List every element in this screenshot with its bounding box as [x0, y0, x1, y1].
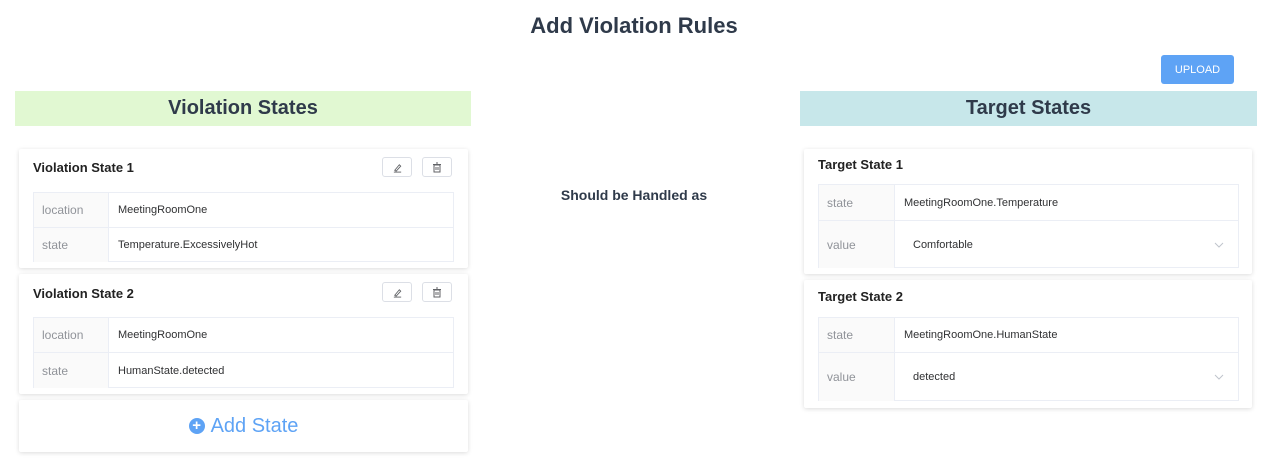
row-key: state — [819, 185, 895, 220]
row-value: MeetingRoomOne — [118, 329, 208, 341]
target-state-title: Target State 2 — [818, 289, 904, 304]
target-state-title: Target State 1 — [818, 157, 904, 172]
target-state-card-1: Target State 1 state MeetingRoomOne.Temp… — [804, 149, 1252, 274]
select-value: detected — [913, 371, 956, 383]
violation-state-card-2: Violation State 2 location MeetingRoomOn… — [19, 274, 468, 394]
target-details-table: state MeetingRoomOne.Temperature value C… — [818, 184, 1239, 268]
delete-button[interactable] — [422, 282, 452, 302]
chevron-down-icon — [1214, 242, 1224, 248]
plus-circle-icon: + — [188, 418, 205, 434]
row-key: state — [819, 318, 895, 352]
chevron-down-icon — [1214, 374, 1224, 380]
row-key: state — [34, 353, 109, 388]
table-row: location MeetingRoomOne — [34, 318, 453, 353]
edit-button[interactable] — [382, 157, 412, 177]
violation-states-header: Violation States — [15, 91, 471, 126]
value-select[interactable]: Comfortable — [895, 221, 1238, 268]
edit-icon — [393, 163, 401, 173]
table-row: state MeetingRoomOne.HumanState — [819, 318, 1238, 353]
edit-icon — [393, 288, 401, 298]
table-row: state Temperature.ExcessivelyHot — [34, 228, 453, 262]
add-state-card[interactable]: + Add State — [19, 400, 468, 452]
row-key: value — [819, 353, 895, 401]
row-value: Temperature.ExcessivelyHot — [118, 239, 258, 251]
upload-button[interactable]: UPLOAD — [1161, 55, 1234, 84]
violation-state-title: Violation State 2 — [33, 286, 134, 301]
table-row: state MeetingRoomOne.Temperature — [819, 185, 1238, 221]
page-title: Add Violation Rules — [530, 13, 738, 38]
add-state-label: Add State — [210, 414, 299, 437]
table-row: value detected — [819, 353, 1238, 401]
state-details-table: location MeetingRoomOne state HumanState… — [33, 317, 454, 388]
violation-state-title: Violation State 1 — [33, 160, 134, 175]
table-row: value Comfortable — [819, 221, 1238, 268]
target-details-table: state MeetingRoomOne.HumanState value de… — [818, 317, 1239, 401]
row-value: HumanState.detected — [118, 364, 225, 377]
select-value: Comfortable — [913, 238, 973, 251]
row-key: value — [819, 221, 895, 268]
row-key: state — [34, 228, 109, 262]
trash-icon — [433, 287, 441, 297]
violation-state-card-1: Violation State 1 location MeetingRoomOn… — [19, 149, 468, 268]
trash-icon — [433, 162, 441, 172]
edit-button[interactable] — [382, 282, 412, 302]
table-row: state HumanState.detected — [34, 353, 453, 388]
row-value: MeetingRoomOne.Temperature — [904, 196, 1059, 209]
value-select[interactable]: detected — [895, 353, 1238, 401]
row-key: location — [34, 318, 109, 352]
row-value: MeetingRoomOne.HumanState — [904, 329, 1058, 341]
delete-button[interactable] — [422, 157, 452, 177]
target-states-header: Target States — [800, 91, 1257, 126]
target-state-card-2: Target State 2 state MeetingRoomOne.Huma… — [804, 280, 1252, 408]
